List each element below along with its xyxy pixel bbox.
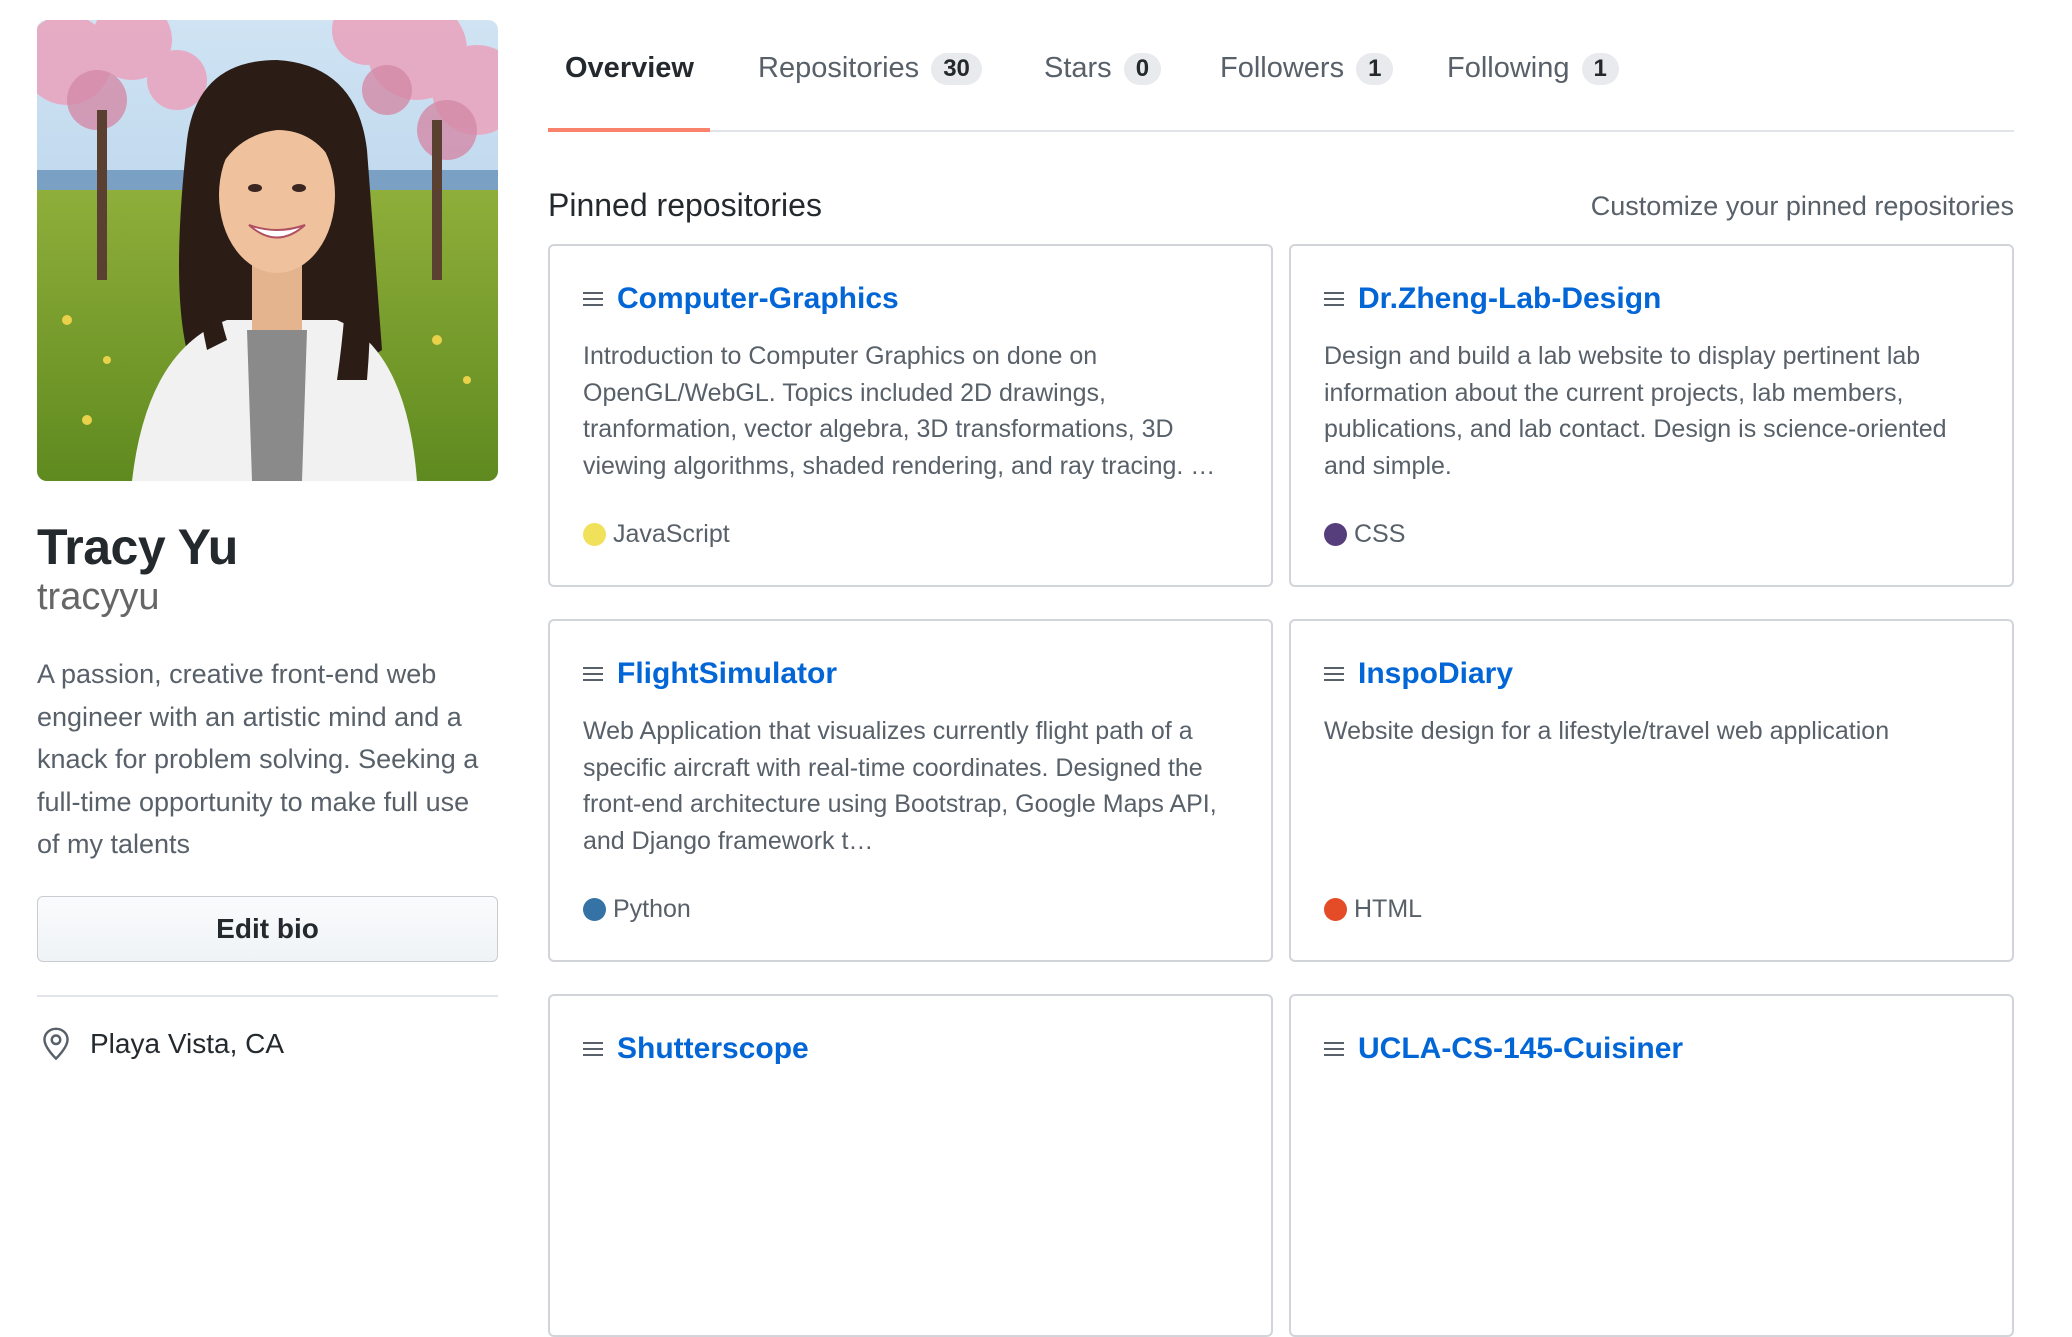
tab-label: Repositories [758, 52, 920, 84]
repo-head: UCLA-CS-145-Cuisiner [1324, 1032, 1683, 1066]
pinned-repo-card: Shutterscope [548, 994, 1273, 1337]
profile-tabs: Overview Repositories 30 Stars 0 Followe… [548, 0, 2014, 132]
tab-label: Stars [1044, 52, 1112, 84]
repo-icon [1324, 1042, 1344, 1056]
repo-name-link[interactable]: FlightSimulator [617, 657, 837, 691]
repo-description: Web Application that visualizes currentl… [583, 717, 1217, 855]
pinned-repo-card: InspoDiary Website design for a lifestyl… [1289, 619, 2014, 962]
language-label: CSS [1354, 520, 1406, 548]
repo-icon [583, 1042, 603, 1056]
pinned-repo-card: Dr.Zheng-Lab-Design Design and build a l… [1289, 244, 2014, 587]
repo-head: Computer-Graphics [583, 282, 899, 316]
repo-icon [583, 292, 603, 306]
repo-name-link[interactable]: Dr.Zheng-Lab-Design [1358, 282, 1661, 316]
tab-stars[interactable]: Stars 0 [1044, 52, 1162, 85]
language-label: HTML [1354, 895, 1423, 923]
tab-counter: 1 [1356, 52, 1394, 85]
sidebar-divider [37, 994, 498, 997]
repo-language: Python [583, 895, 691, 924]
profile-location: Playa Vista, CA [37, 1027, 498, 1061]
repo-icon [1324, 292, 1344, 306]
repo-language: CSS [1324, 520, 1405, 549]
repo-head: InspoDiary [1324, 657, 1513, 691]
tab-label: Followers [1220, 52, 1345, 84]
pinned-repo-card: UCLA-CS-145-Cuisiner [1289, 994, 2014, 1337]
repo-name-link[interactable]: InspoDiary [1358, 657, 1513, 691]
repo-icon [1324, 667, 1344, 681]
profile-login: tracyyu [37, 576, 160, 618]
language-color-dot [583, 523, 606, 546]
profile-name: Tracy Yu [37, 519, 238, 575]
language-color-dot [583, 898, 606, 921]
avatar[interactable] [37, 20, 498, 481]
repo-language: HTML [1324, 895, 1422, 924]
repo-name-link[interactable]: Computer-Graphics [617, 282, 899, 316]
edit-bio-button[interactable]: Edit bio [37, 895, 498, 962]
location-pin-icon [43, 1027, 69, 1060]
repo-description: Design and build a lab website to displa… [1324, 342, 1947, 480]
repo-icon [583, 667, 603, 681]
tab-following[interactable]: Following 1 [1447, 52, 1619, 85]
tab-counter: 1 [1581, 52, 1619, 85]
main-content: Overview Repositories 30 Stars 0 Followe… [548, 0, 2014, 1337]
tab-label: Following [1447, 52, 1570, 84]
repo-name-link[interactable]: UCLA-CS-145-Cuisiner [1358, 1032, 1683, 1066]
repo-name-link[interactable]: Shutterscope [617, 1032, 809, 1066]
language-label: JavaScript [613, 520, 730, 548]
customize-pinned-link[interactable]: Customize your pinned repositories [1591, 191, 2014, 222]
tab-overview[interactable]: Overview [565, 52, 694, 85]
pinned-title: Pinned repositories [548, 187, 822, 223]
language-label: Python [613, 895, 691, 923]
repo-description: Website design for a lifestyle/travel we… [1324, 717, 1890, 745]
repo-head: Shutterscope [583, 1032, 809, 1066]
pinned-repo-grid: Computer-Graphics Introduction to Comput… [548, 244, 2014, 1337]
pinned-repo-card: FlightSimulator Web Application that vis… [548, 619, 1273, 962]
location-text: Playa Vista, CA [90, 1027, 285, 1059]
tab-counter: 0 [1123, 52, 1162, 85]
language-color-dot [1324, 523, 1347, 546]
repo-head: Dr.Zheng-Lab-Design [1324, 282, 1661, 316]
profile-bio: A passion, creative front-end web engine… [37, 659, 479, 859]
tab-followers[interactable]: Followers 1 [1220, 52, 1394, 85]
pinned-repo-card: Computer-Graphics Introduction to Comput… [548, 244, 1273, 587]
language-color-dot [1324, 898, 1347, 921]
repo-language: JavaScript [583, 520, 730, 549]
profile-sidebar: Tracy Yu tracyyu A passion, creative fro… [37, 20, 498, 1061]
repo-description: Introduction to Computer Graphics on don… [583, 342, 1216, 480]
pinned-header: Pinned repositories Customize your pinne… [548, 132, 2014, 242]
tab-repositories[interactable]: Repositories 30 [758, 52, 982, 85]
repo-head: FlightSimulator [583, 657, 837, 691]
tab-counter: 30 [931, 52, 982, 85]
tab-label: Overview [565, 52, 694, 84]
